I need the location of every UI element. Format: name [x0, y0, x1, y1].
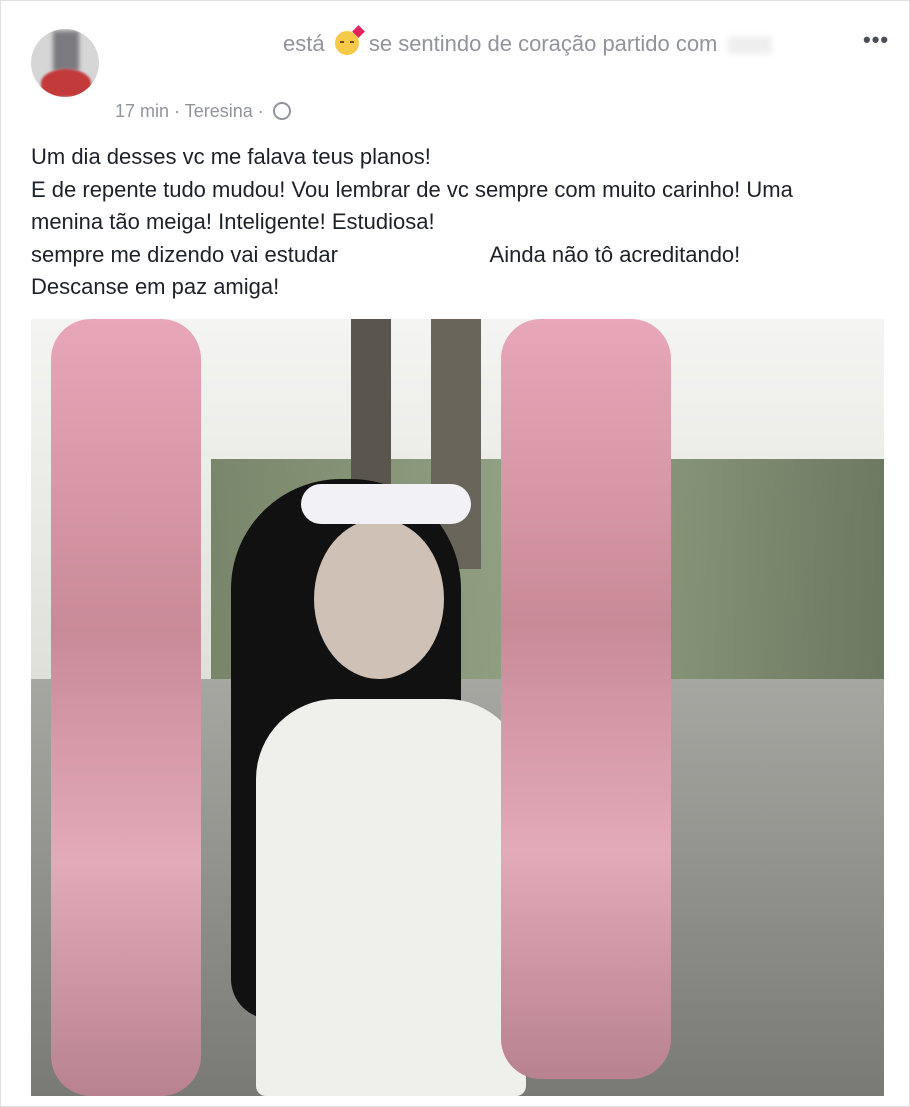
avatar-shirt — [41, 69, 91, 97]
post-text-line: Um dia desses vc me falava teus planos! — [31, 144, 431, 169]
tagged-name-blurred[interactable] — [727, 36, 772, 55]
globe-icon[interactable] — [272, 102, 291, 120]
post-photo[interactable] — [31, 319, 884, 1096]
photo-person-face — [314, 519, 444, 679]
meta-separator: · — [257, 101, 264, 121]
avatar[interactable] — [31, 29, 99, 97]
post-text-line: E de repente tudo mudou! Vou lembrar de … — [31, 176, 793, 202]
post-text-line: sempre me dizendo vai estudar Ainda não … — [31, 241, 741, 267]
feeling-activity: está se sentindo de coração partido com — [283, 25, 772, 57]
photo-flower-crown — [301, 484, 471, 524]
feeling-text: se sentindo de coração partido com — [368, 31, 718, 56]
photo-flower-garland — [501, 319, 671, 1079]
meta-separator: · — [174, 101, 181, 121]
post-text-line: menina tão meiga! Inteligente! Estudiosa… — [31, 209, 435, 234]
post-text-line: Descanse em paz amiga! — [31, 274, 280, 299]
avatar-blur — [53, 31, 79, 71]
photo-white-dress — [256, 699, 526, 1096]
heart-icon — [351, 25, 365, 38]
broken-heart-face-icon — [334, 25, 365, 55]
post-time[interactable]: 17 min — [115, 101, 169, 121]
post-card: está se sentindo de coração partido com … — [0, 0, 910, 1107]
post-text: Um dia desses vc me falava teus planos! … — [31, 141, 891, 304]
feeling-prefix: está — [283, 31, 325, 56]
post-location[interactable]: Teresina — [185, 101, 253, 121]
photo-flower-garland — [51, 319, 201, 1096]
post-header: está se sentindo de coração partido com … — [1, 1, 909, 131]
post-meta: 17 min · Teresina · — [115, 101, 291, 122]
more-options-button[interactable]: ••• — [863, 27, 889, 53]
